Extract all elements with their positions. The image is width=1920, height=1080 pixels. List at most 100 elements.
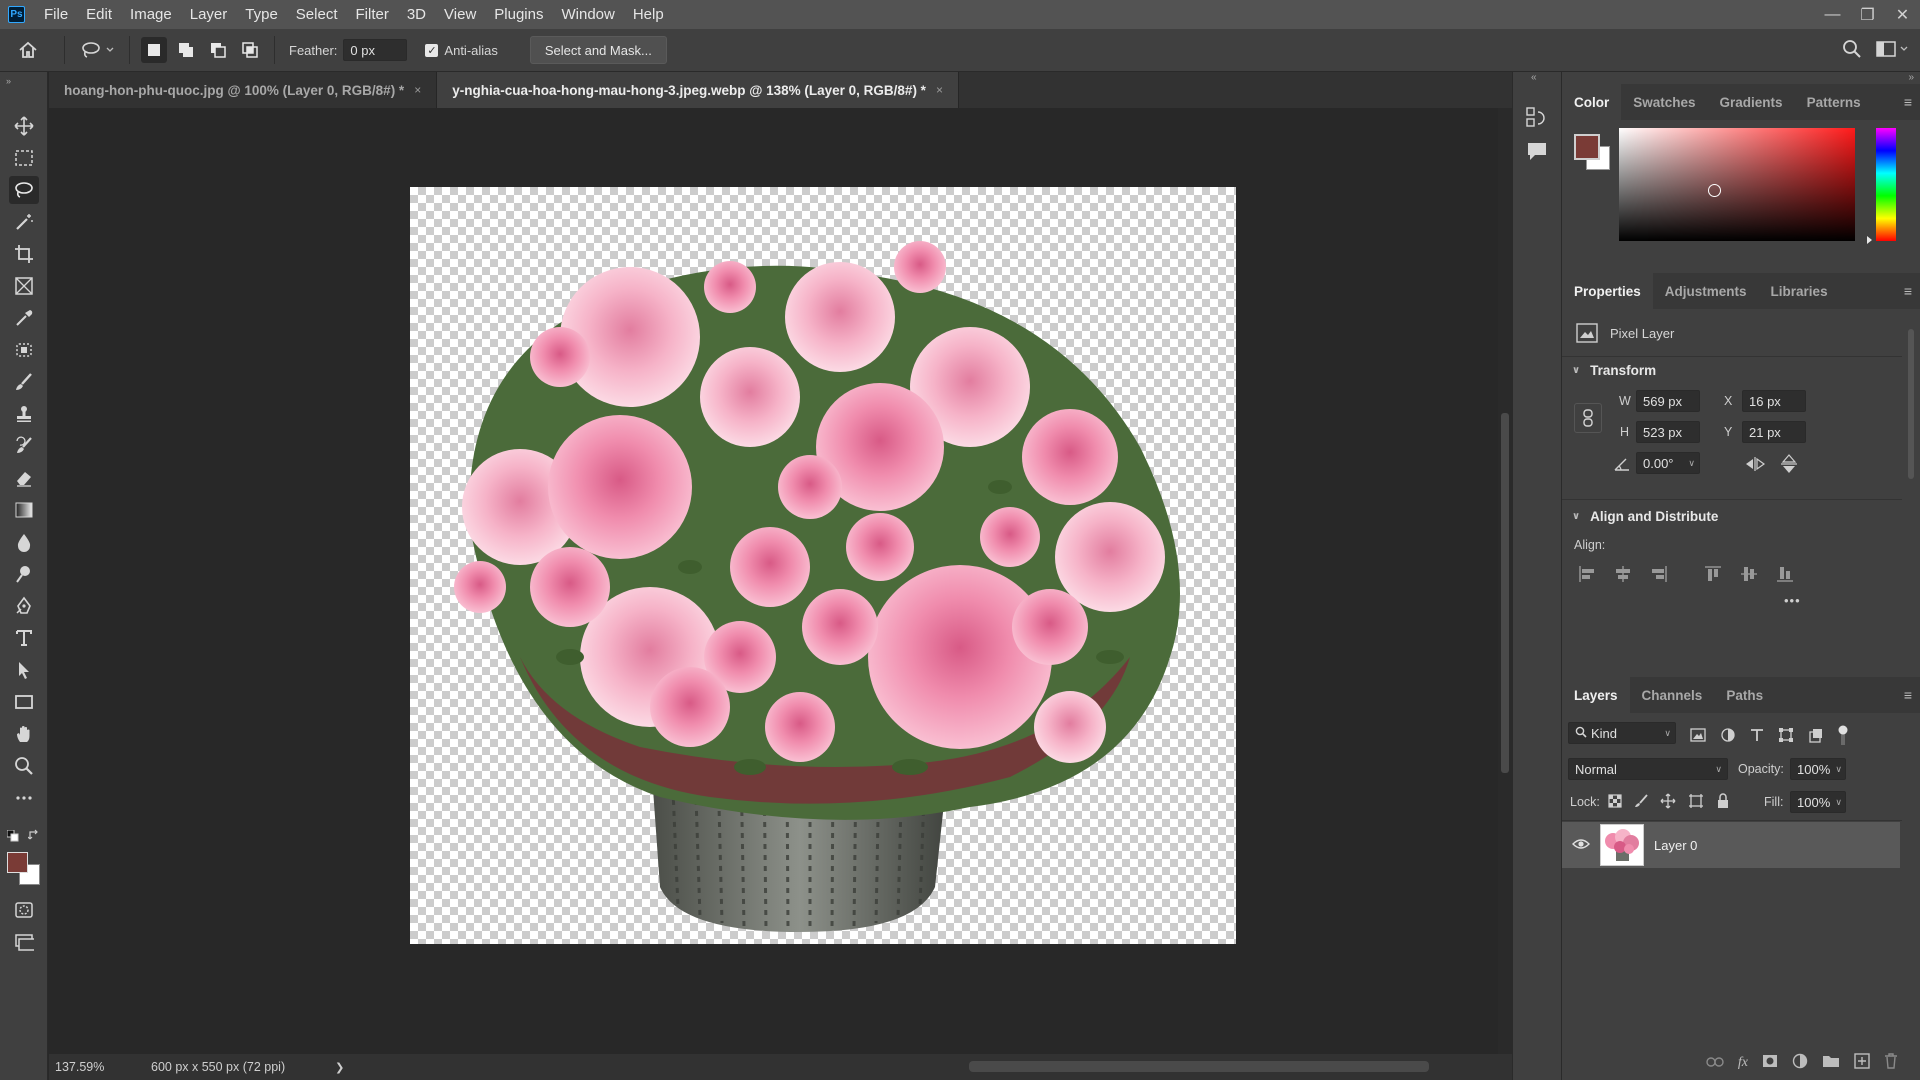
rectangle-tool-icon[interactable] — [9, 688, 39, 716]
eraser-tool-icon[interactable] — [9, 464, 39, 492]
layer-row[interactable]: Layer 0 — [1562, 822, 1900, 868]
select-and-mask-button[interactable]: Select and Mask... — [529, 36, 667, 64]
flip-vertical-icon[interactable] — [1780, 454, 1798, 477]
properties-scrollbar[interactable] — [1904, 309, 1918, 539]
history-brush-tool-icon[interactable] — [9, 432, 39, 460]
align-top-icon[interactable] — [1704, 566, 1722, 585]
transform-section-header[interactable]: ∨ Transform — [1572, 363, 1656, 378]
history-icon[interactable] — [1525, 106, 1549, 133]
subtract-from-selection-icon[interactable] — [205, 37, 231, 63]
blur-tool-icon[interactable] — [9, 528, 39, 556]
link-icon[interactable] — [1574, 403, 1602, 433]
filter-adjustment-icon[interactable] — [1720, 727, 1736, 746]
align-bottom-icon[interactable] — [1776, 566, 1794, 585]
menu-plugins[interactable]: Plugins — [485, 0, 552, 29]
hue-slider[interactable] — [1867, 128, 1896, 244]
layer-name[interactable]: Layer 0 — [1654, 838, 1697, 853]
layer-style-fx-icon[interactable]: fx — [1738, 1055, 1748, 1071]
opacity-field[interactable]: 100% ∨ — [1790, 758, 1846, 780]
x-field[interactable]: 16 px — [1742, 390, 1806, 412]
horizontal-scroll-thumb[interactable] — [969, 1061, 1429, 1072]
tab-gradients[interactable]: Gradients — [1708, 84, 1795, 120]
height-field[interactable]: 523 px — [1636, 421, 1700, 443]
collapse-icon[interactable]: « — [1531, 72, 1537, 83]
menu-edit[interactable]: Edit — [77, 0, 121, 29]
vertical-scrollbar[interactable] — [1498, 108, 1512, 1054]
menu-type[interactable]: Type — [236, 0, 287, 29]
minimize-icon[interactable]: — — [1815, 0, 1850, 29]
workspace-icon[interactable] — [1876, 41, 1910, 60]
more-options-icon[interactable]: ••• — [1784, 593, 1801, 608]
filter-shape-icon[interactable] — [1778, 727, 1794, 746]
collapse-icon[interactable]: » — [6, 76, 11, 86]
pen-tool-icon[interactable] — [9, 592, 39, 620]
align-center-vertical-icon[interactable] — [1740, 566, 1758, 585]
lock-position-icon[interactable] — [1660, 793, 1676, 812]
dodge-tool-icon[interactable] — [9, 560, 39, 588]
tab-document-2[interactable]: y-nghia-cua-hoa-hong-mau-hong-3.jpeg.web… — [437, 72, 959, 108]
feather-input[interactable]: 0 px — [343, 39, 408, 61]
collapse-panels-icon[interactable]: » — [1908, 72, 1914, 83]
zoom-level[interactable]: 137.59% — [55, 1060, 145, 1074]
tab-paths[interactable]: Paths — [1714, 677, 1775, 713]
color-picker-marker[interactable] — [1708, 184, 1721, 197]
more-tools-icon[interactable] — [9, 784, 39, 812]
intersect-selection-icon[interactable] — [237, 37, 263, 63]
align-section-header[interactable]: ∨ Align and Distribute — [1572, 509, 1718, 524]
menu-file[interactable]: File — [35, 0, 77, 29]
tab-adjustments[interactable]: Adjustments — [1653, 273, 1759, 309]
stamp-tool-icon[interactable] — [9, 400, 39, 428]
marquee-tool-icon[interactable] — [9, 144, 39, 172]
align-center-horizontal-icon[interactable] — [1614, 566, 1632, 585]
menu-help[interactable]: Help — [624, 0, 673, 29]
lock-artboard-icon[interactable] — [1688, 793, 1704, 812]
hue-slider-marker[interactable] — [1867, 236, 1872, 244]
lasso-tool-icon[interactable] — [9, 176, 39, 204]
lock-all-icon[interactable] — [1716, 793, 1730, 812]
home-icon[interactable] — [0, 29, 56, 72]
y-field[interactable]: 21 px — [1742, 421, 1806, 443]
align-left-icon[interactable] — [1578, 566, 1596, 585]
path-selection-tool-icon[interactable] — [9, 656, 39, 684]
filter-type-icon[interactable] — [1750, 728, 1764, 745]
gradient-tool-icon[interactable] — [9, 496, 39, 524]
new-selection-icon[interactable] — [141, 37, 167, 63]
foreground-color-chip[interactable] — [1574, 134, 1600, 160]
crop-tool-icon[interactable] — [9, 240, 39, 268]
new-group-icon[interactable] — [1822, 1054, 1840, 1071]
chevron-down-icon[interactable]: ∨ — [1835, 764, 1842, 775]
lock-transparent-pixels-icon[interactable] — [1608, 794, 1622, 811]
width-field[interactable]: 569 px — [1636, 390, 1700, 412]
new-layer-icon[interactable] — [1854, 1053, 1870, 1072]
filter-toggle-icon[interactable] — [1838, 725, 1848, 748]
flip-horizontal-icon[interactable] — [1744, 456, 1766, 475]
link-layers-icon[interactable] — [1706, 1055, 1724, 1070]
layer-thumbnail[interactable] — [1600, 824, 1644, 866]
color-swatches[interactable] — [7, 852, 41, 885]
color-field[interactable] — [1619, 128, 1855, 241]
close-tab-icon[interactable]: × — [936, 83, 943, 97]
panel-menu-icon[interactable]: ≡ — [1904, 94, 1912, 110]
add-to-selection-icon[interactable] — [173, 37, 199, 63]
menu-select[interactable]: Select — [287, 0, 347, 29]
swap-colors-icon[interactable] — [27, 829, 40, 844]
visibility-eye-icon[interactable] — [1572, 838, 1590, 853]
zoom-tool-icon[interactable] — [9, 752, 39, 780]
menu-layer[interactable]: Layer — [181, 0, 237, 29]
healing-brush-tool-icon[interactable] — [9, 336, 39, 364]
tab-patterns[interactable]: Patterns — [1795, 84, 1873, 120]
filter-smart-object-icon[interactable] — [1808, 727, 1824, 746]
chevron-down-icon[interactable]: ∨ — [1835, 797, 1842, 808]
horizontal-scrollbar[interactable] — [349, 1054, 1512, 1080]
brush-tool-icon[interactable] — [9, 368, 39, 396]
lock-image-pixels-icon[interactable] — [1634, 794, 1648, 811]
document-canvas[interactable] — [410, 187, 1236, 944]
delete-layer-icon[interactable] — [1884, 1053, 1898, 1072]
frame-tool-icon[interactable] — [9, 272, 39, 300]
tab-document-1[interactable]: hoang-hon-phu-quoc.jpg @ 100% (Layer 0, … — [49, 72, 438, 108]
tab-color[interactable]: Color — [1562, 84, 1622, 120]
chevron-down-icon[interactable]: ∨ — [1688, 458, 1695, 469]
layer-filter-kind[interactable]: Kind ∨ — [1568, 722, 1676, 744]
foreground-color-swatch[interactable] — [7, 852, 28, 873]
tab-properties[interactable]: Properties — [1562, 273, 1653, 309]
